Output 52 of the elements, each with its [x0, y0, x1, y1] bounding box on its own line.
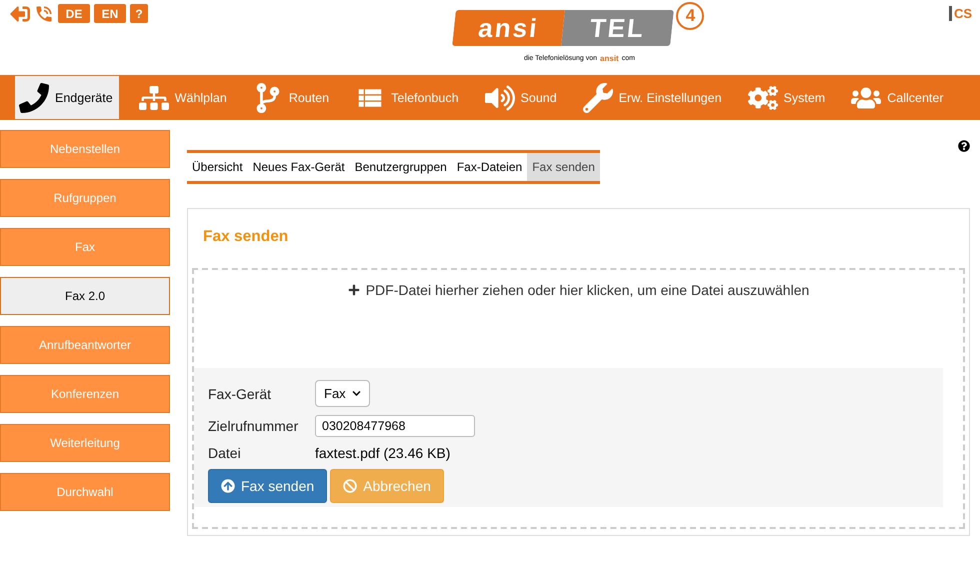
language-button[interactable]: EN: [94, 4, 126, 23]
version-badge: 4: [676, 2, 704, 30]
nav-label: Callcenter: [887, 90, 944, 104]
panel-title: Fax senden: [202, 227, 290, 247]
wrench-icon: [582, 82, 613, 112]
phone-icon[interactable]: [34, 4, 54, 24]
send-button[interactable]: Fax senden: [208, 469, 328, 503]
drop-zone-text: PDF-Datei hierher ziehen oder hier klicken, um eine Datei auszuwählen: [366, 282, 810, 298]
nav-item[interactable]: System: [744, 76, 832, 119]
sidebar-item[interactable]: Durchwahl: [0, 473, 170, 511]
field-label: Datei: [208, 445, 242, 461]
nav-item[interactable]: Erw. Einstellungen: [578, 76, 728, 119]
speaker-icon: [484, 82, 515, 112]
sidebar-item[interactable]: Fax 2.0: [0, 277, 170, 315]
cancel-button[interactable]: Abbrechen: [330, 469, 444, 503]
nav-label: Erw. Einstellungen: [618, 90, 722, 104]
nav-label: Telefonbuch: [391, 90, 459, 104]
nav-item[interactable]: Telefonbuch: [351, 76, 465, 119]
sidebar-item[interactable]: Nebenstellen: [0, 130, 170, 168]
chevron-down-icon: [352, 389, 361, 398]
field-label: Zielrufnummer: [208, 418, 300, 434]
corner-logo: CS: [948, 6, 972, 21]
exit-icon[interactable]: [10, 4, 30, 24]
nav-item[interactable]: Callcenter: [847, 76, 950, 119]
logo-plate: ansi TEL: [452, 10, 674, 46]
help-button[interactable]: ?: [130, 4, 148, 23]
brand-name: ansit: [600, 54, 619, 63]
nav-label: Routen: [288, 90, 330, 104]
field-label: Fax-Gerät: [208, 386, 272, 402]
file-name: faxtest.pdf (23.46 KB): [315, 445, 452, 461]
nav-label: Endgeräte: [55, 90, 113, 104]
device-select[interactable]: Fax: [315, 380, 370, 407]
sidebar-item[interactable]: Konferenzen: [0, 375, 170, 413]
sidebar-item[interactable]: Fax: [0, 228, 170, 266]
cancel-icon: [343, 479, 358, 493]
sidebar-item[interactable]: Weiterleitung: [0, 424, 170, 462]
phone-icon: [19, 82, 49, 112]
language-button[interactable]: DE: [58, 4, 90, 23]
nav-label: Wählplan: [174, 90, 227, 104]
nav-label: Sound: [520, 90, 557, 104]
nav-item[interactable]: Wählplan: [134, 76, 233, 119]
tab[interactable]: Fax senden: [527, 153, 600, 181]
number-input[interactable]: 030208477968: [315, 415, 475, 437]
sidebar-item[interactable]: Rufgruppen: [0, 179, 170, 217]
nav-item[interactable]: Routen: [248, 76, 336, 119]
drop-zone[interactable]: PDF-Datei hierher ziehen oder hier klicken, um eine Datei auszuwählen Fax-Gerät Fax Zielrufnummer 030208477968 Datei faxtest.pdf (23.46 KB) Fax senden Abbrechen: [192, 268, 965, 529]
nav-item[interactable]: Endgeräte: [15, 76, 119, 119]
plus-icon: [348, 284, 360, 296]
sidebar-item[interactable]: Anrufbeantworter: [0, 326, 170, 364]
upload-icon: [221, 479, 235, 493]
nav-label: System: [784, 90, 826, 104]
nav-item[interactable]: Sound: [480, 76, 563, 119]
